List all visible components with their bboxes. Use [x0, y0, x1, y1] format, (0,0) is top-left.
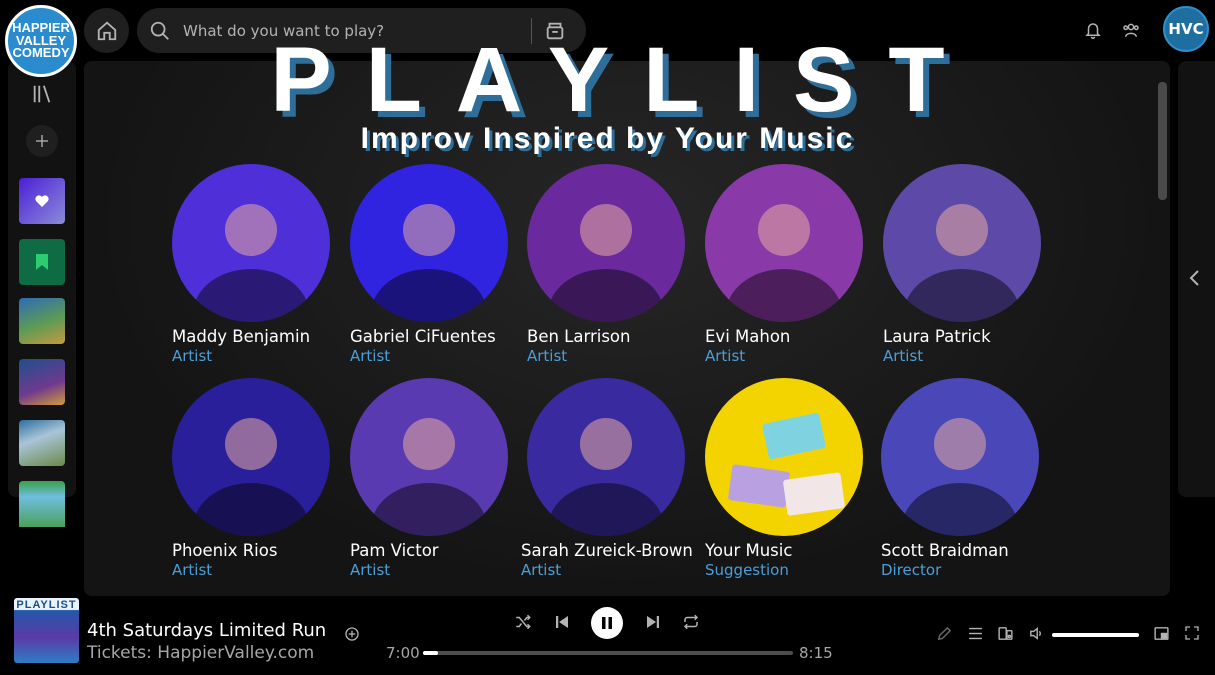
cast-card[interactable]: Ben Larrison Artist	[527, 164, 717, 365]
cast-photo	[350, 378, 508, 536]
cast-role: Artist	[705, 347, 746, 365]
cast-role: Artist	[883, 347, 924, 365]
skip-forward-icon	[647, 616, 659, 628]
portrait-image	[527, 378, 685, 536]
cast-name: Laura Patrick	[883, 327, 991, 346]
portrait-image	[705, 164, 863, 322]
logo-line-3: COMEDY	[12, 45, 70, 61]
add-circle-icon	[345, 627, 359, 641]
cast-photo	[705, 164, 863, 322]
miniplayer-button[interactable]	[1153, 625, 1170, 646]
queue-icon	[969, 627, 982, 640]
cast-name: Pam Victor	[350, 541, 439, 560]
cast-photo	[881, 378, 1039, 536]
cast-name: Gabriel CiFuentes	[350, 327, 496, 346]
cast-card[interactable]: Scott Braidman Director	[881, 378, 1071, 579]
cast-card[interactable]: Pam Victor Artist	[350, 378, 540, 579]
cast-role: Suggestion	[705, 561, 789, 579]
pen-icon	[937, 626, 952, 641]
cast-photo	[350, 164, 508, 322]
app-logo[interactable]: HAPPIER VALLEY COMEDY	[5, 5, 77, 77]
skip-back-icon	[556, 616, 568, 628]
now-playing-cover[interactable]: PLAYLIST	[14, 598, 79, 663]
volume-slider[interactable]	[1052, 633, 1139, 637]
miniplayer-icon	[1154, 627, 1169, 640]
connect-device-icon	[998, 627, 1013, 640]
cast-role: Artist	[172, 561, 213, 579]
shuffle-button[interactable]	[514, 613, 532, 631]
cast-photo	[527, 378, 685, 536]
cast-card[interactable]: Sarah Zureick-Brown Artist	[521, 378, 717, 579]
library-playlist-thumb-4[interactable]	[19, 481, 65, 497]
library-playlist-thumb-4-lower[interactable]	[19, 497, 65, 527]
cast-role: Artist	[172, 347, 213, 365]
now-playing-subtitle[interactable]: Tickets: HappierValley.com	[87, 643, 314, 663]
cast-photo	[527, 164, 685, 322]
volume-fill	[1052, 633, 1139, 637]
library-playlist-thumb-2[interactable]	[19, 359, 65, 405]
cast-name: Ben Larrison	[527, 327, 631, 346]
cast-card[interactable]: Laura Patrick Artist	[883, 164, 1073, 365]
saved-episodes-tile[interactable]	[19, 239, 65, 285]
portrait-image	[881, 378, 1039, 536]
library-playlist-thumb-1[interactable]	[19, 298, 65, 344]
banner-headline: PLAYLIST	[270, 29, 979, 131]
progress-fill	[423, 651, 438, 655]
cast-photo	[705, 378, 863, 536]
cast-photo	[172, 378, 330, 536]
cast-role: Artist	[521, 561, 562, 579]
library-playlist-thumb-3[interactable]	[19, 420, 65, 466]
heart-icon	[35, 195, 49, 207]
cast-name: Your Music	[705, 541, 793, 560]
cast-name: Sarah Zureick-Brown	[521, 541, 693, 560]
total-duration: 8:15	[799, 644, 833, 662]
pause-button[interactable]	[591, 607, 623, 639]
now-playing-title[interactable]: 4th Saturdays Limited Run	[87, 620, 326, 641]
cast-name: Evi Mahon	[705, 327, 791, 346]
fullscreen-button[interactable]	[1184, 625, 1200, 645]
volume-icon	[1030, 627, 1041, 640]
cast-name: Phoenix Rios	[172, 541, 278, 560]
cast-role: Artist	[350, 347, 391, 365]
pause-icon	[602, 617, 612, 629]
cast-photo	[172, 164, 330, 322]
cast-photo	[883, 164, 1041, 322]
cast-card[interactable]: Phoenix Rios Artist	[172, 378, 362, 579]
add-to-library-button[interactable]	[344, 626, 360, 646]
shuffle-icon	[516, 614, 531, 630]
cast-role: Director	[881, 561, 942, 579]
next-button[interactable]	[644, 613, 662, 631]
cast-name: Scott Braidman	[881, 541, 1009, 560]
cast-role: Artist	[527, 347, 568, 365]
fullscreen-icon	[1185, 626, 1199, 640]
cast-role: Artist	[350, 561, 391, 579]
connect-device-button[interactable]	[997, 625, 1014, 646]
banner-subheadline: Improv Inspired by Your Music	[360, 122, 855, 155]
portrait-image	[172, 164, 330, 322]
portrait-image	[883, 164, 1041, 322]
elapsed-time: 7:00	[386, 644, 420, 662]
portrait-image	[705, 378, 863, 536]
bookmark-icon	[36, 254, 48, 270]
cast-name: Maddy Benjamin	[172, 327, 311, 346]
portrait-image	[527, 164, 685, 322]
repeat-icon	[683, 614, 699, 630]
cast-card[interactable]: Evi Mahon Artist	[705, 164, 895, 365]
cast-card[interactable]: Your Music Suggestion	[705, 378, 895, 579]
queue-button[interactable]	[967, 625, 984, 646]
cover-label: PLAYLIST	[16, 599, 77, 611]
now-playing-view-button[interactable]	[936, 625, 953, 646]
volume-button[interactable]	[1028, 625, 1045, 646]
cast-card[interactable]: Gabriel CiFuentes Artist	[350, 164, 540, 365]
previous-button[interactable]	[553, 613, 571, 631]
liked-songs-tile[interactable]	[19, 178, 65, 224]
portrait-image	[350, 378, 508, 536]
expand-panel-button[interactable]	[1188, 269, 1202, 291]
cast-card[interactable]: Maddy Benjamin Artist	[172, 164, 362, 365]
repeat-button[interactable]	[682, 613, 700, 631]
portrait-image	[172, 378, 330, 536]
portrait-image	[350, 164, 508, 322]
playback-progress-bar[interactable]	[423, 651, 793, 655]
chevron-left-icon	[1189, 270, 1199, 286]
